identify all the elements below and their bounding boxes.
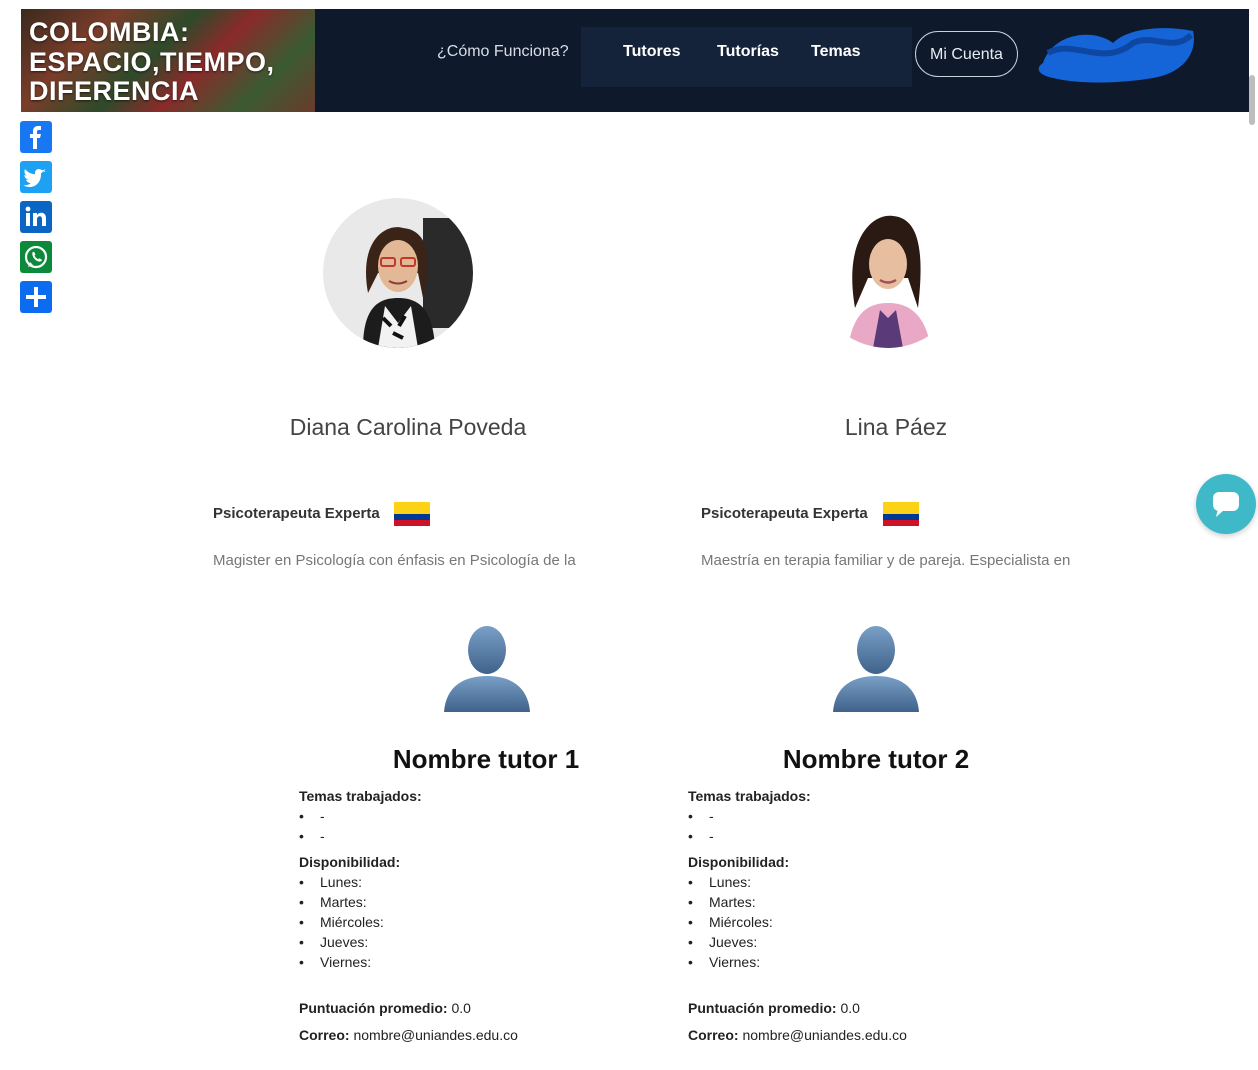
tutor-title: Nombre tutor 2 xyxy=(782,744,970,774)
list-item: - xyxy=(688,826,907,846)
colombia-flag-icon xyxy=(394,502,430,526)
tutor-details: Temas trabajados: - - Disponibilidad: Lu… xyxy=(688,786,907,1045)
list-item: Lunes: xyxy=(688,872,907,892)
profile-name: Diana Carolina Poveda xyxy=(289,414,527,440)
share-plus-icon[interactable] xyxy=(20,281,52,313)
chat-bubble-icon xyxy=(1213,492,1239,517)
logo-line-1: COLOMBIA: xyxy=(29,17,190,47)
list-item: - xyxy=(299,806,518,826)
profile-name: Lina Páez xyxy=(844,414,948,440)
user-silhouette-icon xyxy=(833,626,919,712)
topics-label: Temas trabajados: xyxy=(299,788,422,804)
list-item: Miércoles: xyxy=(299,912,518,932)
list-item: Lunes: xyxy=(299,872,518,892)
my-account-button[interactable]: Mi Cuenta xyxy=(915,31,1018,77)
list-item: Jueves: xyxy=(688,932,907,952)
profile-role: Psicoterapeuta Experta xyxy=(701,505,868,522)
site-header: COLOMBIA: ESPACIO,TIEMPO, DIFERENCIA ¿Có… xyxy=(21,9,1249,112)
nav-topics[interactable]: Temas xyxy=(811,43,861,61)
logo-line-2: ESPACIO,TIEMPO, xyxy=(29,47,275,77)
rating-row: Puntuación promedio: 0.0 xyxy=(299,998,518,1018)
availability-list: Lunes: Martes: Miércoles: Jueves: Vierne… xyxy=(688,872,907,972)
colombia-flag-icon xyxy=(883,502,919,526)
topics-label: Temas trabajados: xyxy=(688,788,811,804)
tutor-title: Nombre tutor 1 xyxy=(392,744,580,774)
linkedin-icon[interactable] xyxy=(20,201,52,233)
availability-label: Disponibilidad: xyxy=(299,854,401,870)
rating-value: 0.0 xyxy=(451,1000,471,1016)
list-item: - xyxy=(688,806,907,826)
whatsapp-icon[interactable] xyxy=(20,241,52,273)
user-silhouette-icon xyxy=(444,626,530,712)
list-item: Martes: xyxy=(299,892,518,912)
email-value[interactable]: nombre@uniandes.edu.co xyxy=(353,1027,517,1043)
twitter-icon[interactable] xyxy=(20,161,52,193)
rating-label: Puntuación promedio: xyxy=(299,1000,448,1016)
list-item: Miércoles: xyxy=(688,912,907,932)
profile-photo-lina[interactable] xyxy=(813,198,963,348)
profile-description: Maestría en terapia familiar y de pareja… xyxy=(701,552,1071,569)
rating-value: 0.0 xyxy=(840,1000,860,1016)
profile-role: Psicoterapeuta Experta xyxy=(213,505,380,522)
tutor-details: Temas trabajados: - - Disponibilidad: Lu… xyxy=(299,786,518,1045)
email-label: Correo: xyxy=(688,1027,739,1043)
site-logo[interactable]: COLOMBIA: ESPACIO,TIEMPO, DIFERENCIA xyxy=(21,9,315,112)
email-row: Correo: nombre@uniandes.edu.co xyxy=(299,1025,518,1045)
rating-label: Puntuación promedio: xyxy=(688,1000,837,1016)
profile-photo-diana[interactable] xyxy=(323,198,473,348)
availability-label: Disponibilidad: xyxy=(688,854,790,870)
logo-line-3: DIFERENCIA xyxy=(29,76,200,106)
nav-tutors[interactable]: Tutores xyxy=(623,43,680,61)
list-item: Jueves: xyxy=(299,932,518,952)
list-item: - xyxy=(299,826,518,846)
nav-how-it-works[interactable]: ¿Cómo Funciona? xyxy=(437,43,569,61)
topics-list: - - xyxy=(299,806,518,846)
email-label: Correo: xyxy=(299,1027,350,1043)
list-item: Martes: xyxy=(688,892,907,912)
list-item: Viernes: xyxy=(299,952,518,972)
nav-tutorials[interactable]: Tutorías xyxy=(717,43,779,61)
rating-row: Puntuación promedio: 0.0 xyxy=(688,998,907,1018)
profile-description: Magister en Psicología con énfasis en Ps… xyxy=(213,552,576,569)
chat-widget-button[interactable] xyxy=(1196,474,1256,534)
availability-list: Lunes: Martes: Miércoles: Jueves: Vierne… xyxy=(299,872,518,972)
list-item: Viernes: xyxy=(688,952,907,972)
email-row: Correo: nombre@uniandes.edu.co xyxy=(688,1025,907,1045)
page-scrollbar[interactable] xyxy=(1249,75,1255,125)
facebook-icon[interactable] xyxy=(20,121,52,153)
topics-list: - - xyxy=(688,806,907,846)
redaction-scribble xyxy=(1038,28,1194,83)
email-value[interactable]: nombre@uniandes.edu.co xyxy=(742,1027,906,1043)
